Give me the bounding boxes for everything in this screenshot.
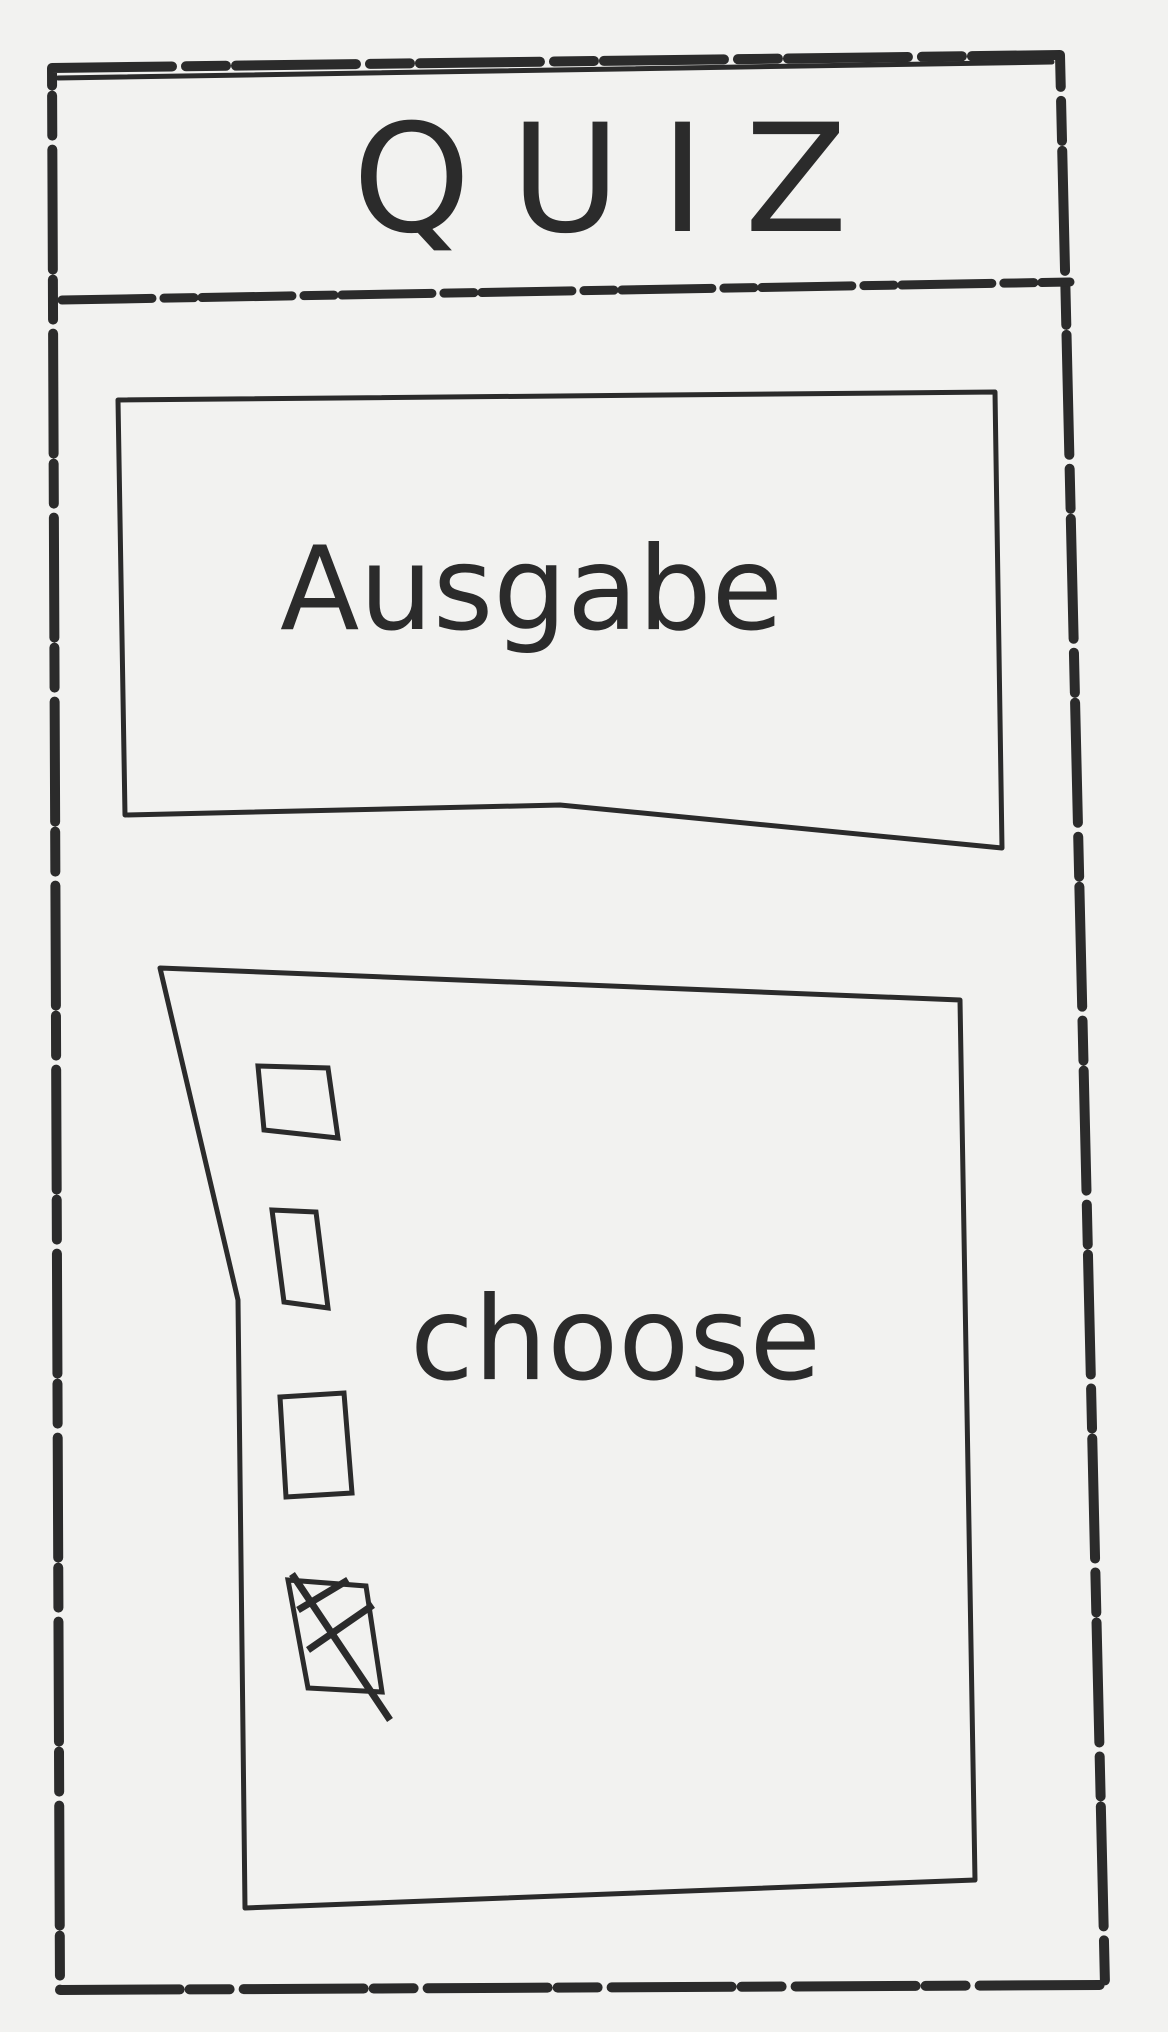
checkbox-option-2[interactable] bbox=[262, 1200, 352, 1320]
phone-frame-sketch bbox=[47, 50, 1110, 1995]
checkbox-option-3[interactable] bbox=[272, 1385, 372, 1505]
page-title: QUIZ bbox=[352, 93, 888, 267]
checkbox-option-4-checked[interactable] bbox=[278, 1560, 408, 1730]
checkbox-option-1[interactable] bbox=[250, 1060, 350, 1150]
choose-label: choose bbox=[410, 1272, 822, 1407]
header-divider bbox=[57, 277, 1075, 305]
phone-frame bbox=[47, 50, 1110, 1995]
output-label: Ausgabe bbox=[280, 522, 784, 657]
